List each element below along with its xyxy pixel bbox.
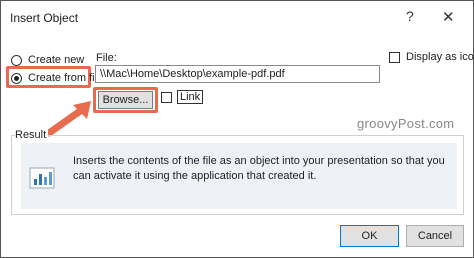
insert-object-dialog: Insert Object ? ✕ Create new Create from… bbox=[0, 0, 474, 258]
file-path-input[interactable]: \\Mac\Home\Desktop\example-pdf.pdf bbox=[95, 65, 380, 83]
display-as-icon-option[interactable]: Display as icon bbox=[389, 51, 474, 63]
create-from-file-option[interactable]: Create from file bbox=[11, 72, 103, 84]
help-icon[interactable]: ? bbox=[406, 8, 414, 24]
watermark: groovyPost.com bbox=[357, 116, 455, 131]
create-from-file-label: Create from file bbox=[28, 72, 104, 84]
link-option[interactable]: Link bbox=[161, 90, 204, 104]
create-new-label: Create new bbox=[28, 54, 85, 66]
embedded-chart-icon bbox=[29, 167, 55, 189]
create-from-file-radio[interactable] bbox=[11, 72, 22, 84]
link-label: Link bbox=[177, 90, 204, 104]
link-checkbox[interactable] bbox=[161, 91, 172, 103]
dialog-title: Insert Object bbox=[10, 11, 79, 25]
result-label: Result bbox=[15, 129, 49, 141]
browse-button[interactable]: Browse... bbox=[98, 91, 153, 109]
file-label: File: bbox=[96, 52, 117, 64]
cancel-button[interactable]: Cancel bbox=[406, 225, 464, 247]
ok-button[interactable]: OK bbox=[340, 225, 399, 247]
result-description: Inserts the contents of the file as an o… bbox=[73, 155, 445, 182]
create-new-radio[interactable] bbox=[11, 54, 22, 66]
display-as-icon-label: Display as icon bbox=[406, 51, 474, 63]
close-icon[interactable]: ✕ bbox=[442, 8, 455, 26]
create-new-option[interactable]: Create new bbox=[11, 54, 84, 66]
pointer-arrow-icon bbox=[45, 101, 91, 137]
display-as-icon-checkbox[interactable] bbox=[389, 51, 400, 63]
